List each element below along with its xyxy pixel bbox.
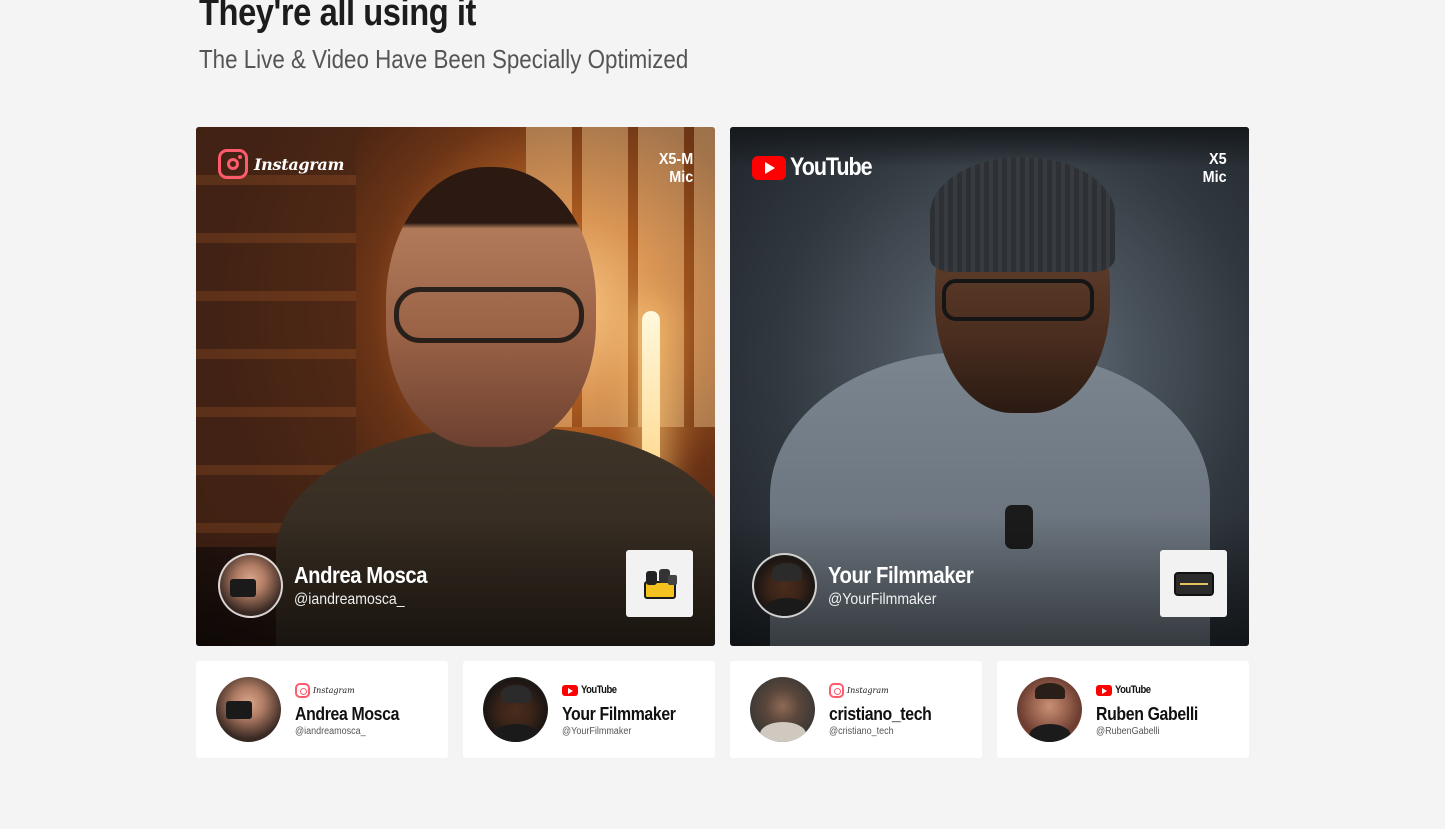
product-thumbnail[interactable] [1160,550,1227,617]
platform-label: Instagram [313,685,355,695]
instagram-icon [218,149,248,179]
creator-info[interactable]: Your Filmmaker @YourFilmmaker [752,553,993,618]
creator-glasses [942,279,1094,321]
platform-badge-youtube: YouTube [752,153,885,182]
creator-handle[interactable]: @YourFilmmaker [828,591,973,609]
creator-handle[interactable]: @RubenGabelli [1096,726,1200,737]
platform-label: YouTube [581,684,617,696]
creator-card-filmmaker[interactable]: YouTube Your Filmmaker @YourFilmmaker [463,661,715,758]
creator-handle[interactable]: @cristiano_tech [829,726,934,737]
product-thumbnail[interactable] [626,550,693,617]
featured-video-card-filmmaker[interactable]: YouTube X5 Mic Your Filmmaker @YourFilmm… [730,127,1249,646]
platform-badge-instagram: Instagram [295,682,413,698]
product-tag-line2: Mic [1202,169,1227,186]
product-tag: X5 Mic [1203,151,1227,187]
creator-name[interactable]: Your Filmmaker [828,562,974,589]
receiver-icon [1173,571,1214,596]
avatar[interactable] [1017,677,1082,742]
creator-name[interactable]: cristiano_tech [829,704,932,725]
platform-label: Instagram [847,685,889,695]
creator-name[interactable]: Andrea Mosca [294,562,428,589]
creator-handle[interactable]: @iandreamosca_ [295,726,401,737]
avatar[interactable] [483,677,548,742]
product-tag-line2: Mic [668,169,693,186]
creator-name[interactable]: Andrea Mosca [295,704,399,725]
product-tag: X5-M Mic [659,151,693,187]
platform-badge-instagram: Instagram [829,682,945,698]
platform-label: YouTube [790,153,873,181]
youtube-icon [1096,684,1112,696]
avatar[interactable] [216,677,281,742]
product-tag-line1: X5-M [658,151,693,168]
platform-badge-instagram: Instagram [218,149,344,179]
platform-badge-youtube: YouTube [1096,682,1212,698]
creator-card-andrea[interactable]: Instagram Andrea Mosca @iandreamosca_ [196,661,448,758]
avatar[interactable] [752,553,817,618]
instagram-icon [829,682,844,698]
instagram-icon [295,682,310,698]
platform-label: YouTube [1115,684,1151,696]
creator-info[interactable]: Andrea Mosca @iandreamosca_ [218,553,445,618]
avatar[interactable] [218,553,283,618]
creator-glasses [394,287,584,343]
charging-case-icon [640,567,680,601]
section-title: They're all using it [199,0,477,34]
creator-handle[interactable]: @YourFilmmaker [562,726,678,737]
avatar[interactable] [750,677,815,742]
creator-name[interactable]: Your Filmmaker [562,704,676,725]
creator-card-cristiano[interactable]: Instagram cristiano_tech @cristiano_tech [730,661,982,758]
creator-list: Instagram Andrea Mosca @iandreamosca_ Yo… [196,661,1249,758]
featured-video-card-andrea[interactable]: Instagram X5-M Mic Andrea Mosca @iandrea… [196,127,715,646]
product-tag-line1: X5 [1209,151,1227,168]
platform-label: Instagram [254,154,345,174]
youtube-icon [752,155,786,180]
section-subtitle: The Live & Video Have Been Specially Opt… [199,44,689,74]
youtube-icon [562,684,578,696]
creator-name[interactable]: Ruben Gabelli [1096,704,1198,725]
creator-handle[interactable]: @iandreamosca_ [294,591,427,609]
platform-badge-youtube: YouTube [562,682,691,698]
creator-card-ruben[interactable]: YouTube Ruben Gabelli @RubenGabelli [997,661,1249,758]
creator-beanie [930,157,1115,272]
